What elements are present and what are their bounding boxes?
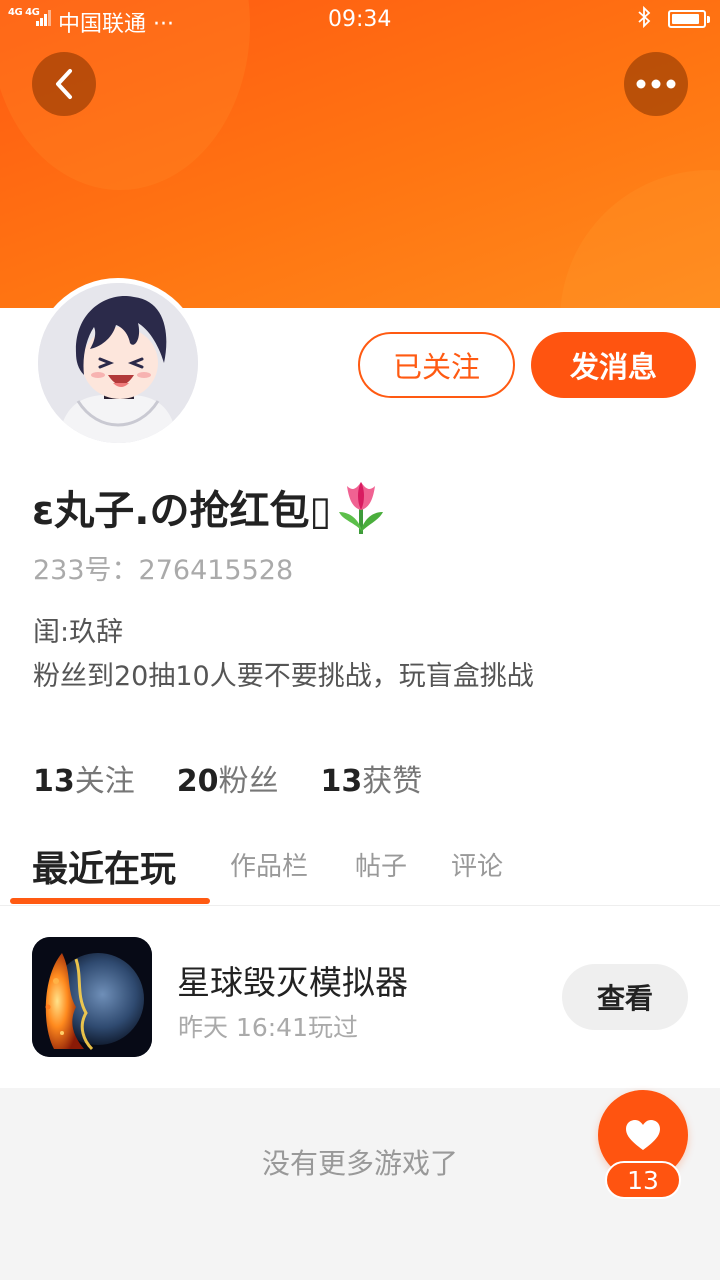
following-button[interactable]: 已关注: [358, 332, 515, 398]
list-item[interactable]: 星球毁灭模拟器 昨天 16:41玩过 查看: [0, 906, 720, 1088]
tab-posts[interactable]: 帖子: [355, 846, 407, 883]
battery-level: [672, 14, 699, 24]
bio-line: 粉丝到20抽10人要不要挑战，玩盲盒挑战: [33, 661, 534, 692]
stat-count: 13: [33, 764, 75, 799]
battery-icon: [668, 10, 710, 28]
bluetooth-icon: [636, 5, 652, 35]
network-type: 4G 4G: [8, 7, 40, 18]
stat-following[interactable]: 13关注: [33, 756, 135, 800]
tulip-icon: [339, 482, 384, 534]
profile-stats: 13关注 20粉丝 13获赞: [33, 756, 422, 800]
like-count: 13: [605, 1161, 681, 1199]
status-bar: 4G 4G 中国联通 ··· 09:34: [0, 0, 720, 40]
active-tab-indicator: [10, 898, 210, 904]
nickname-row: ε丸子.の抢红包▯: [32, 478, 387, 536]
planet-explosion-icon[interactable]: [32, 937, 152, 1057]
user-id: 233号：276415528: [33, 555, 294, 586]
view-game-button[interactable]: 查看: [562, 964, 688, 1030]
profile-banner: [0, 0, 720, 308]
avatar[interactable]: [33, 278, 203, 448]
status-time: 09:34: [328, 7, 392, 32]
stat-label: 获赞: [362, 764, 423, 799]
chevron-left-icon: [56, 69, 72, 99]
more-dots-icon: [636, 79, 676, 89]
send-message-button[interactable]: 发消息: [531, 332, 696, 398]
profile-tabs: 最近在玩 作品栏 帖子 评论: [0, 830, 720, 906]
anime-avatar: [38, 283, 198, 443]
stat-label: 粉丝: [218, 764, 279, 799]
heart-icon: [626, 1120, 660, 1150]
last-played-time: 昨天 16:41玩过: [178, 1013, 358, 1042]
bio-line: 闺:玖辞: [33, 617, 124, 648]
banner-decoration: [560, 170, 720, 308]
stat-label: 关注: [74, 764, 135, 799]
tab-recently-played[interactable]: 最近在玩: [32, 840, 176, 892]
nickname: ε丸子.の抢红包▯: [32, 488, 332, 534]
back-button[interactable]: [32, 52, 96, 116]
tab-comments[interactable]: 评论: [451, 846, 503, 883]
user-bio: 闺:玖辞 粉丝到20抽10人要不要挑战，玩盲盒挑战: [33, 611, 534, 699]
carrier-name: 中国联通 ···: [58, 12, 174, 37]
stat-count: 13: [320, 764, 363, 799]
stat-fans[interactable]: 20粉丝: [177, 756, 279, 800]
more-button[interactable]: [624, 52, 688, 116]
signal-icon: [36, 10, 52, 26]
game-title: 星球毁灭模拟器: [177, 963, 408, 1002]
tab-works[interactable]: 作品栏: [230, 846, 308, 883]
stat-count: 20: [176, 764, 219, 799]
stat-likes: 13获赞: [321, 756, 423, 800]
